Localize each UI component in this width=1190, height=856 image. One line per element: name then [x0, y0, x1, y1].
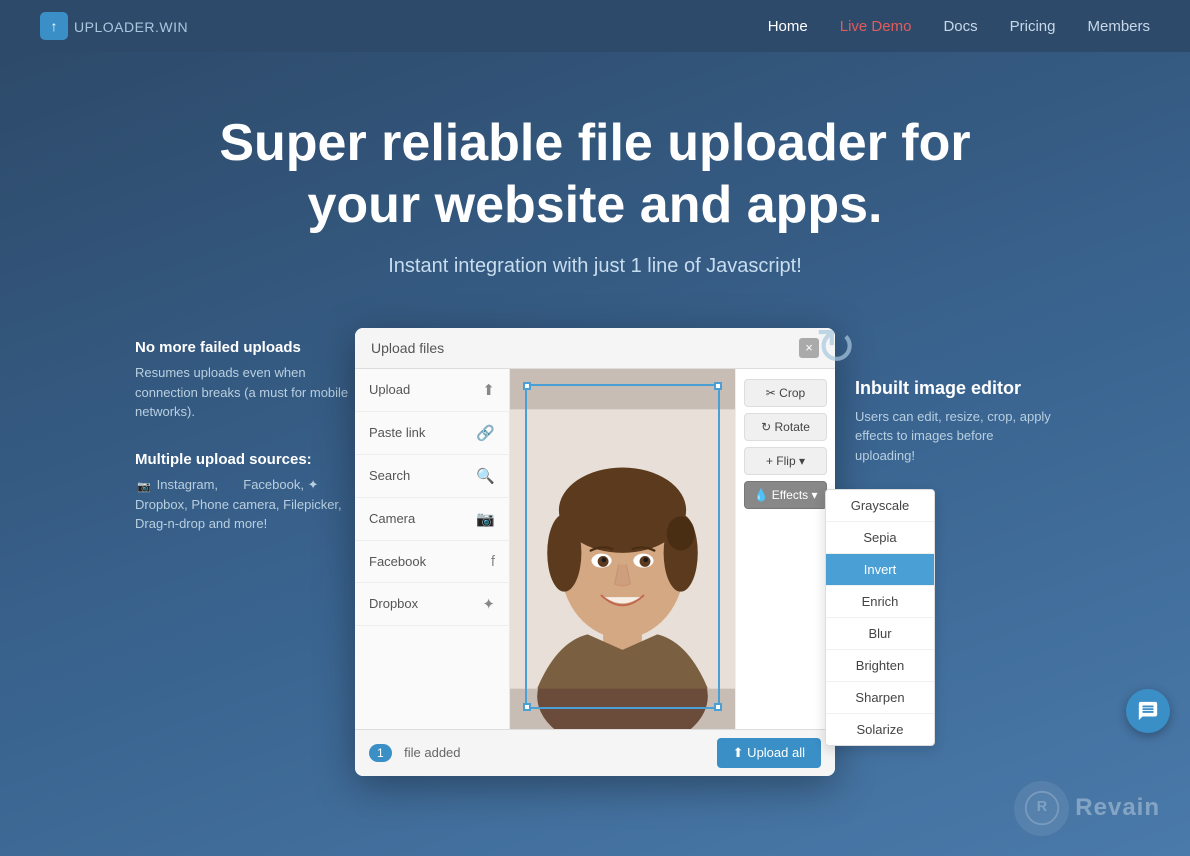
- editor-text: Users can edit, resize, crop, apply effe…: [855, 407, 1055, 466]
- instagram-icon: 📷: [137, 479, 151, 493]
- nav-link-live-demo[interactable]: Live Demo: [840, 18, 912, 35]
- feature2-text: 📷 Instagram, f Facebook, ✦ Dropbox, Phon…: [135, 475, 355, 534]
- effect-solarize[interactable]: Solarize: [826, 714, 934, 745]
- modal-footer: 1 file added ⬆ Upload all: [355, 729, 835, 776]
- effect-blur[interactable]: Blur: [826, 618, 934, 650]
- revain-watermark: R Revain: [1014, 781, 1160, 836]
- modal-image-area: [510, 369, 735, 729]
- arrow-hint: ↺: [815, 318, 857, 376]
- hero-left-features: No more failed uploads Resumes uploads e…: [135, 328, 355, 562]
- sidebar-item-camera[interactable]: Camera 📷: [355, 498, 509, 541]
- image-selection-overlay: [525, 384, 720, 709]
- search-icon: 🔍: [476, 467, 495, 485]
- nav-link-docs[interactable]: Docs: [943, 18, 977, 35]
- effect-grayscale[interactable]: Grayscale: [826, 490, 934, 522]
- sidebar-item-dropbox[interactable]: Dropbox ✦: [355, 583, 509, 626]
- file-added-text: file added: [404, 745, 460, 760]
- chat-icon: [1137, 700, 1159, 722]
- modal-title: Upload files: [371, 340, 444, 356]
- effect-sepia[interactable]: Sepia: [826, 522, 934, 554]
- camera-icon: 📷: [476, 510, 495, 528]
- upload-icon: ⬆: [482, 381, 495, 399]
- rotate-button[interactable]: ↻ Rotate: [744, 413, 827, 441]
- upload-modal: Upload files × Upload ⬆ Paste link 🔗: [355, 328, 835, 776]
- svg-text:R: R: [1037, 799, 1048, 815]
- effects-button[interactable]: 💧 Effects ▾: [744, 481, 827, 509]
- revain-text: Revain: [1075, 794, 1160, 822]
- revain-icon: R: [1014, 781, 1069, 836]
- dropbox-icon: ✦: [482, 595, 495, 613]
- effect-invert[interactable]: Invert: [826, 554, 934, 586]
- modal-container: Upload files × Upload ⬆ Paste link 🔗: [355, 328, 835, 776]
- hero-title: Super reliable file uploader for your we…: [205, 112, 985, 237]
- editor-title: Inbuilt image editor: [855, 378, 1055, 399]
- hero-section: Super reliable file uploader for your we…: [0, 52, 1190, 856]
- handle-bottomleft[interactable]: [523, 703, 531, 711]
- logo-icon: ↑: [40, 12, 68, 40]
- feature-no-failed-uploads: No more failed uploads Resumes uploads e…: [135, 338, 355, 422]
- modal-header: Upload files ×: [355, 328, 835, 369]
- handle-bottomright[interactable]: [714, 703, 722, 711]
- nav-link-home[interactable]: Home: [768, 18, 808, 35]
- logo[interactable]: ↑ UPLOADER.WIN: [40, 12, 188, 40]
- feature2-title: Multiple upload sources:: [135, 450, 355, 470]
- facebook-sidebar-icon: f: [491, 553, 495, 570]
- feature1-text: Resumes uploads even when connection bre…: [135, 363, 355, 422]
- flip-button[interactable]: + Flip ▾: [744, 447, 827, 475]
- modal-toolbar: ✂ Crop ↻ Rotate + Flip ▾ 💧 Effects ▾ Gra…: [735, 369, 835, 729]
- effect-brighten[interactable]: Brighten: [826, 650, 934, 682]
- nav-link-pricing[interactable]: Pricing: [1010, 18, 1056, 35]
- sidebar-item-facebook[interactable]: Facebook f: [355, 541, 509, 583]
- hero-right-feature: ↺ Inbuilt image editor Users can edit, r…: [835, 328, 1055, 466]
- logo-text: UPLOADER.WIN: [74, 16, 188, 37]
- nav-link-members[interactable]: Members: [1087, 18, 1150, 35]
- revain-logo-icon: R: [1024, 790, 1060, 826]
- sidebar-item-paste-link[interactable]: Paste link 🔗: [355, 412, 509, 455]
- navbar: ↑ UPLOADER.WIN Home Live Demo Docs Prici…: [0, 0, 1190, 52]
- sidebar-item-upload[interactable]: Upload ⬆: [355, 369, 509, 412]
- chat-bubble[interactable]: [1126, 689, 1170, 733]
- feature1-title: No more failed uploads: [135, 338, 355, 358]
- sidebar-item-search[interactable]: Search 🔍: [355, 455, 509, 498]
- feature-multiple-sources: Multiple upload sources: 📷 Instagram, f …: [135, 450, 355, 534]
- facebook-icon: f: [224, 479, 238, 493]
- effect-sharpen[interactable]: Sharpen: [826, 682, 934, 714]
- link-icon: 🔗: [476, 424, 495, 442]
- crop-button[interactable]: ✂ Crop: [744, 379, 827, 407]
- effects-dropdown: Grayscale Sepia Invert Enrich Blur Brigh…: [825, 489, 935, 746]
- effect-enrich[interactable]: Enrich: [826, 586, 934, 618]
- hero-subtitle: Instant integration with just 1 line of …: [40, 255, 1150, 278]
- hero-content: No more failed uploads Resumes uploads e…: [45, 328, 1145, 776]
- modal-body: Upload ⬆ Paste link 🔗 Search 🔍 Camer: [355, 369, 835, 729]
- handle-topright[interactable]: [714, 382, 722, 390]
- modal-sidebar: Upload ⬆ Paste link 🔗 Search 🔍 Camer: [355, 369, 510, 729]
- nav-links: Home Live Demo Docs Pricing Members: [768, 18, 1150, 35]
- handle-topleft[interactable]: [523, 382, 531, 390]
